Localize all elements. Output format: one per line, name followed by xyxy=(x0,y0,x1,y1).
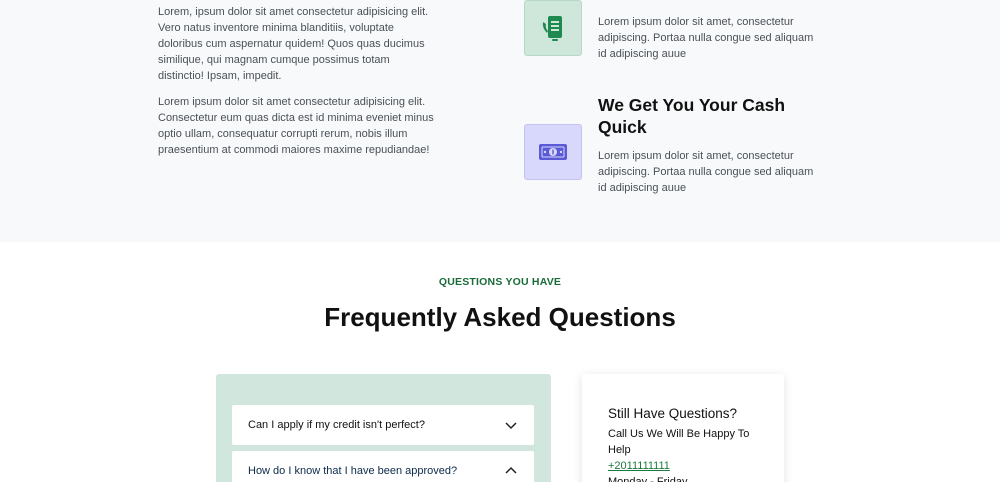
phone-payment-icon xyxy=(542,16,562,41)
faq-item-approved[interactable]: How do I know that I have been approved? xyxy=(232,451,534,482)
faq-accordion: Can I apply if my credit isn't perfect? … xyxy=(216,374,551,482)
about-paragraph-1: Lorem, ipsum dolor sit amet consectetur … xyxy=(158,6,429,82)
chevron-down-icon xyxy=(505,422,517,430)
faq-title: Frequently Asked Questions xyxy=(324,302,676,332)
faq-question: How do I know that I have been approved? xyxy=(248,465,458,477)
faq-eyebrow: QUESTIONS YOU HAVE xyxy=(438,276,562,288)
faq-item-credit[interactable]: Can I apply if my credit isn't perfect? xyxy=(232,405,534,445)
feature-title-2: We Get You Your Cash Quick xyxy=(598,95,786,137)
faq-question: Can I apply if my credit isn't perfect? xyxy=(248,419,425,431)
feature-text-2: Lorem ipsum dolor sit amet, consectetur … xyxy=(598,150,814,194)
feature-text-1: Lorem ipsum dolor sit amet, consectetur … xyxy=(598,16,814,60)
features-section: Lorem, ipsum dolor sit amet consectetur … xyxy=(0,0,1000,242)
feature-icon-box-2 xyxy=(524,124,582,180)
contact-title: Still Have Questions? xyxy=(608,406,738,421)
contact-card: Still Have Questions? Call Us We Will Be… xyxy=(582,374,784,482)
feature-icon-box-1 xyxy=(524,0,582,56)
contact-phone-link[interactable]: +2011111111 xyxy=(608,458,758,474)
cash-bill-icon xyxy=(539,144,567,160)
contact-subtitle: Call Us We Will Be Happy To Help xyxy=(608,428,750,456)
about-paragraph-2: Lorem ipsum dolor sit amet consectetur a… xyxy=(158,96,434,156)
chevron-up-icon xyxy=(505,466,517,474)
contact-hours: Monday - Friday xyxy=(608,476,688,482)
